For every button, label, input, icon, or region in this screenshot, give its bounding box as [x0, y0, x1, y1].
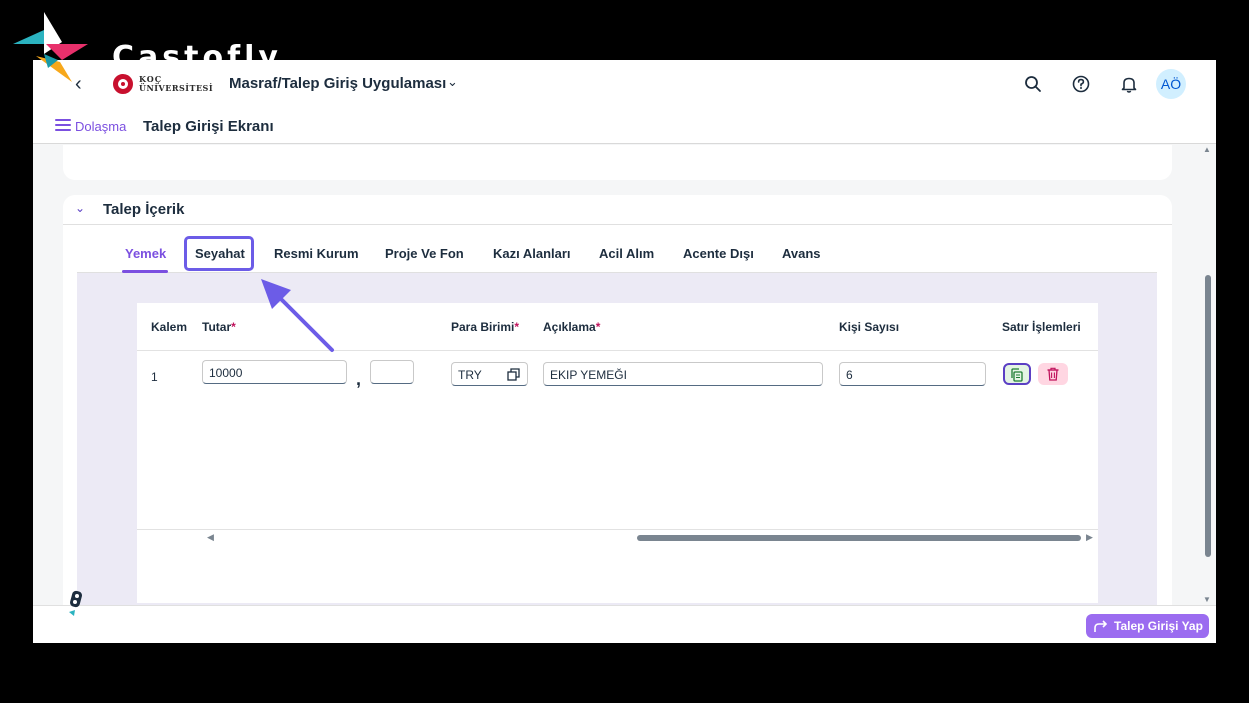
- items-table: Kalem Tutar* Para Birimi* Açıklama* Kişi…: [137, 303, 1098, 603]
- tab-resmi-kurum[interactable]: Resmi Kurum: [274, 246, 359, 261]
- tab-avans[interactable]: Avans: [782, 246, 821, 261]
- tab-yemek[interactable]: Yemek: [125, 246, 166, 261]
- header-kalem: Kalem: [151, 320, 188, 334]
- footer-toolbar: Talep Girişi Yap: [33, 590, 1216, 643]
- active-tab-indicator: [122, 270, 168, 273]
- vertical-scroll-thumb[interactable]: [1205, 275, 1211, 557]
- tab-container: Yemek Seyahat Resmi Kurum Proje Ve Fon K…: [77, 235, 1157, 605]
- row-kalem: 1: [151, 370, 158, 384]
- hamburger-menu-icon[interactable]: [55, 119, 71, 131]
- tab-acente-disi[interactable]: Acente Dışı: [683, 246, 754, 261]
- help-icon[interactable]: [1071, 74, 1091, 94]
- tab-acil-alim[interactable]: Acil Alım: [599, 246, 654, 261]
- horizontal-scroll-thumb[interactable]: [637, 535, 1081, 541]
- trash-icon: [1047, 367, 1059, 381]
- castofly-brand: Castofly: [112, 40, 282, 75]
- delete-row-button[interactable]: [1038, 363, 1068, 385]
- header-satir-islemleri: Satır İşlemleri: [1002, 320, 1081, 334]
- notification-bell-icon[interactable]: [1119, 74, 1139, 94]
- value-help-icon[interactable]: [507, 368, 520, 381]
- tab-kazi-alanlari[interactable]: Kazı Alanları: [493, 246, 571, 261]
- page-title: Talep Girişi Ekranı: [143, 118, 274, 135]
- user-avatar[interactable]: AÖ: [1156, 69, 1186, 99]
- castofly-watermark: Castofly: [10, 12, 310, 82]
- para-birimi-value: TRY: [458, 368, 482, 382]
- app-window: ‹ KOÇ ÜNİVERSİTESİ Masraf/Talep Giriş Uy…: [33, 60, 1216, 643]
- header-tutar: Tutar*: [202, 320, 236, 334]
- submit-label: Talep Girişi Yap: [1114, 619, 1203, 633]
- sticker-icon: [69, 590, 83, 616]
- scroll-up-icon[interactable]: ▲: [1203, 145, 1211, 154]
- submit-request-button[interactable]: Talep Girişi Yap: [1086, 614, 1209, 638]
- scroll-right-icon[interactable]: ▶: [1086, 532, 1093, 543]
- copy-row-button[interactable]: [1003, 363, 1031, 385]
- tab-bar: Yemek Seyahat Resmi Kurum Proje Ve Fon K…: [77, 235, 1157, 273]
- horizontal-scrollbar[interactable]: ◀ ▶: [137, 529, 1098, 543]
- header-divider: [137, 350, 1098, 351]
- header-kisi-sayisi: Kişi Sayısı: [839, 320, 900, 334]
- subheader: Dolaşma Talep Girişi Ekranı: [33, 108, 1216, 144]
- kisi-sayisi-input[interactable]: 6: [839, 362, 986, 386]
- header-aciklama: Açıklama*: [543, 320, 601, 334]
- aciklama-input[interactable]: EKIP YEMEĞI: [543, 362, 823, 386]
- vertical-scrollbar[interactable]: ▲ ▼: [1203, 145, 1213, 605]
- copy-icon: [1011, 368, 1023, 382]
- collapse-chevron-icon[interactable]: ⌄: [75, 201, 85, 215]
- tutar-decimal-input[interactable]: [370, 360, 414, 384]
- logo-line2: ÜNİVERSİTESİ: [139, 83, 214, 93]
- search-icon[interactable]: [1023, 74, 1043, 94]
- navigation-link[interactable]: Dolaşma: [75, 119, 126, 134]
- tab-proje-ve-fon[interactable]: Proje Ve Fon: [385, 246, 464, 261]
- scroll-down-icon[interactable]: ▼: [1203, 595, 1211, 604]
- forward-arrow-icon: [1094, 620, 1108, 632]
- section-title: Talep İçerik: [103, 201, 185, 218]
- decimal-separator: ,: [356, 369, 362, 389]
- para-birimi-input[interactable]: TRY: [451, 362, 528, 386]
- header-para-birimi: Para Birimi*: [451, 320, 520, 334]
- talep-icerik-section: ⌄ Talep İçerik Yemek Seyahat Resmi Kurum…: [63, 195, 1172, 605]
- highlight-box: [184, 236, 254, 271]
- castofly-logo-icon: [13, 12, 88, 82]
- content-area: ⌄ Talep İçerik Yemek Seyahat Resmi Kurum…: [33, 145, 1198, 605]
- chevron-down-icon[interactable]: ⌄: [447, 74, 458, 90]
- previous-section-card: [63, 145, 1172, 180]
- section-header: ⌄ Talep İçerik: [63, 195, 1172, 225]
- tutar-input[interactable]: 10000: [202, 360, 347, 384]
- scroll-left-icon[interactable]: ◀: [207, 532, 214, 543]
